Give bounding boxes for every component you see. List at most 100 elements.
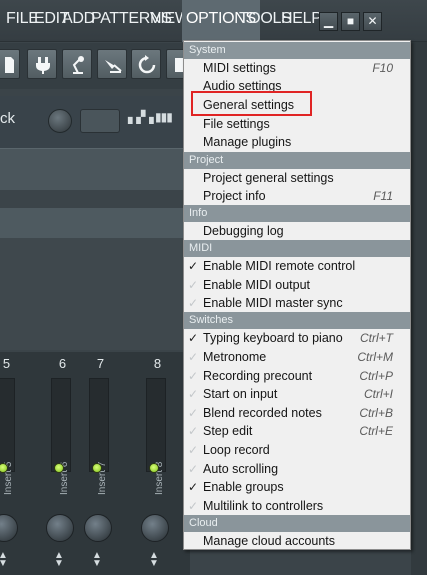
menu-item-label: Typing keyboard to piano xyxy=(203,331,343,345)
channel-knob[interactable] xyxy=(0,514,18,542)
menu-item-label: Step edit xyxy=(203,424,253,438)
checkmark-icon: ✓ xyxy=(188,387,199,401)
checkmark-icon: ✓ xyxy=(188,480,199,494)
menu-item-shortcut: Ctrl+T xyxy=(360,331,393,345)
menu-item-recording-precount[interactable]: ✓ Recording precount Ctrl+P xyxy=(184,367,410,385)
right-edge-panel xyxy=(411,42,427,575)
export-button[interactable] xyxy=(97,49,127,79)
menu-item-metronome[interactable]: ✓ Metronome Ctrl+M xyxy=(184,348,410,366)
channel-name: Insert 8 xyxy=(154,461,165,495)
control-label: ck xyxy=(0,110,15,127)
mic-button[interactable] xyxy=(62,49,92,79)
menu-item-shortcut: Ctrl+M xyxy=(357,350,393,364)
mixer-channel-6[interactable]: 6 Insert 6 ▲ ▼ xyxy=(46,352,79,575)
loop-button[interactable] xyxy=(131,49,161,79)
route-arrows-icon[interactable]: ▲ ▼ xyxy=(0,551,8,569)
menu-item-enable-midi-master-sync[interactable]: ✓ Enable MIDI master sync xyxy=(184,294,410,312)
section-header-system: System xyxy=(184,42,410,59)
checkmark-icon: ✓ xyxy=(188,499,199,513)
menu-item-multilink-to-controllers[interactable]: ✓ Multilink to controllers xyxy=(184,497,410,515)
channel-number: 5 xyxy=(2,356,11,371)
menu-item-project-info[interactable]: Project info F11 xyxy=(184,187,410,205)
menu-item-debugging-log[interactable]: Debugging log xyxy=(184,222,410,240)
route-arrows-icon[interactable]: ▲ ▼ xyxy=(149,551,159,569)
menu-help[interactable]: HELP xyxy=(281,10,322,28)
route-arrows-icon[interactable]: ▲ ▼ xyxy=(92,551,102,569)
menu-item-label: Blend recorded notes xyxy=(203,406,322,420)
menu-item-label: Manage plugins xyxy=(203,135,292,149)
close-button[interactable]: ✕ xyxy=(363,12,382,31)
checkmark-icon: ✓ xyxy=(188,296,199,310)
channel-name: Insert 7 xyxy=(97,461,108,495)
menu-item-project-general-settings[interactable]: Project general settings xyxy=(184,169,410,187)
menu-item-shortcut: Ctrl+I xyxy=(363,387,393,401)
route-arrows-icon[interactable]: ▲ ▼ xyxy=(54,551,64,569)
mixer-channel-5[interactable]: 5 Insert 5 ▲ ▼ xyxy=(0,352,23,575)
channel-led[interactable] xyxy=(54,463,64,473)
channel-name: Insert 5 xyxy=(3,461,14,495)
new-file-button[interactable] xyxy=(0,49,20,79)
menu-item-typing-keyboard-to-piano[interactable]: ✓ Typing keyboard to piano Ctrl+T xyxy=(184,329,410,347)
panel-strip xyxy=(0,148,190,190)
checkmark-icon: ✓ xyxy=(188,350,199,364)
mixer-channel-7[interactable]: 7 Insert 7 ▲ ▼ xyxy=(84,352,117,575)
channel-led[interactable] xyxy=(92,463,102,473)
menu-item-auto-scrolling[interactable]: ✓ Auto scrolling xyxy=(184,460,410,478)
menu-item-label: File settings xyxy=(203,117,270,131)
channel-number: 8 xyxy=(153,356,162,371)
channel-name: Insert 6 xyxy=(59,461,70,495)
checkmark-icon: ✓ xyxy=(188,406,199,420)
channel-slot[interactable]: Insert 6 xyxy=(51,378,71,495)
bars-icon: ▖▞▗ ▮▮▮ xyxy=(128,110,173,124)
menu-item-label: Enable groups xyxy=(203,480,284,494)
channel-number: 6 xyxy=(58,356,67,371)
checkmark-icon: ✓ xyxy=(188,424,199,438)
channel-number: 7 xyxy=(96,356,105,371)
maximize-button[interactable]: ■ xyxy=(341,12,360,31)
mixer-channel-8[interactable]: 8 Insert 8 ▲ ▼ xyxy=(141,352,174,575)
menu-item-step-edit[interactable]: ✓ Step edit Ctrl+E xyxy=(184,422,410,440)
channel-led[interactable] xyxy=(149,463,159,473)
checkmark-icon: ✓ xyxy=(188,443,199,457)
menu-item-manage-cloud-accounts[interactable]: Manage cloud accounts xyxy=(184,532,410,550)
pen-icon xyxy=(105,60,122,73)
channel-knob[interactable] xyxy=(141,514,169,542)
menu-item-label: Metronome xyxy=(203,350,267,364)
channel-knob[interactable] xyxy=(84,514,112,542)
file-icon xyxy=(5,57,14,73)
minimize-button[interactable]: ▁ xyxy=(319,12,338,31)
menu-item-label: Loop record xyxy=(203,443,270,457)
section-header-midi: MIDI xyxy=(184,240,410,257)
channel-slot[interactable]: Insert 8 xyxy=(146,378,166,495)
menu-add[interactable]: ADD xyxy=(62,10,95,28)
menu-item-enable-groups[interactable]: ✓ Enable groups xyxy=(184,478,410,496)
value-box[interactable] xyxy=(80,109,120,133)
channel-knob[interactable] xyxy=(46,514,74,542)
menu-item-file-settings[interactable]: File settings xyxy=(184,115,410,133)
section-header-info: Info xyxy=(184,205,410,222)
plugin-button[interactable] xyxy=(27,49,57,79)
channel-slot[interactable]: Insert 5 xyxy=(0,378,15,495)
menu-item-enable-midi-remote-control[interactable]: ✓ Enable MIDI remote control xyxy=(184,257,410,275)
menu-item-label: Project general settings xyxy=(203,171,334,185)
menu-item-enable-midi-output[interactable]: ✓ Enable MIDI output xyxy=(184,276,410,294)
options-dropdown-menu: System MIDI settings F10 Audio settings … xyxy=(183,40,411,550)
menu-item-midi-settings[interactable]: MIDI settings F10 xyxy=(184,59,410,77)
panel-area xyxy=(0,238,190,350)
transport-control-row: ck ▖▞▗ ▮▮▮ xyxy=(0,96,190,148)
tempo-knob[interactable] xyxy=(48,109,72,133)
menu-item-blend-recorded-notes[interactable]: ✓ Blend recorded notes Ctrl+B xyxy=(184,404,410,422)
menu-item-manage-plugins[interactable]: Manage plugins xyxy=(184,133,410,151)
menu-item-shortcut: Ctrl+P xyxy=(359,369,393,383)
plug-icon xyxy=(36,57,50,74)
menu-item-shortcut: F10 xyxy=(372,61,393,75)
menu-item-audio-settings[interactable]: Audio settings xyxy=(184,77,410,95)
menu-item-start-on-input[interactable]: ✓ Start on input Ctrl+I xyxy=(184,385,410,403)
mixer-panel: 5 Insert 5 ▲ ▼ 6 Insert 6 ▲ ▼ 7 Insert 7 ▲… xyxy=(0,352,190,575)
menu-item-shortcut: Ctrl+B xyxy=(359,406,393,420)
channel-slot[interactable]: Insert 7 xyxy=(89,378,109,495)
checkmark-icon: ✓ xyxy=(188,259,199,273)
checkmark-icon: ✓ xyxy=(188,462,199,476)
menu-item-loop-record[interactable]: ✓ Loop record xyxy=(184,441,410,459)
menu-item-general-settings[interactable]: General settings xyxy=(184,96,410,114)
